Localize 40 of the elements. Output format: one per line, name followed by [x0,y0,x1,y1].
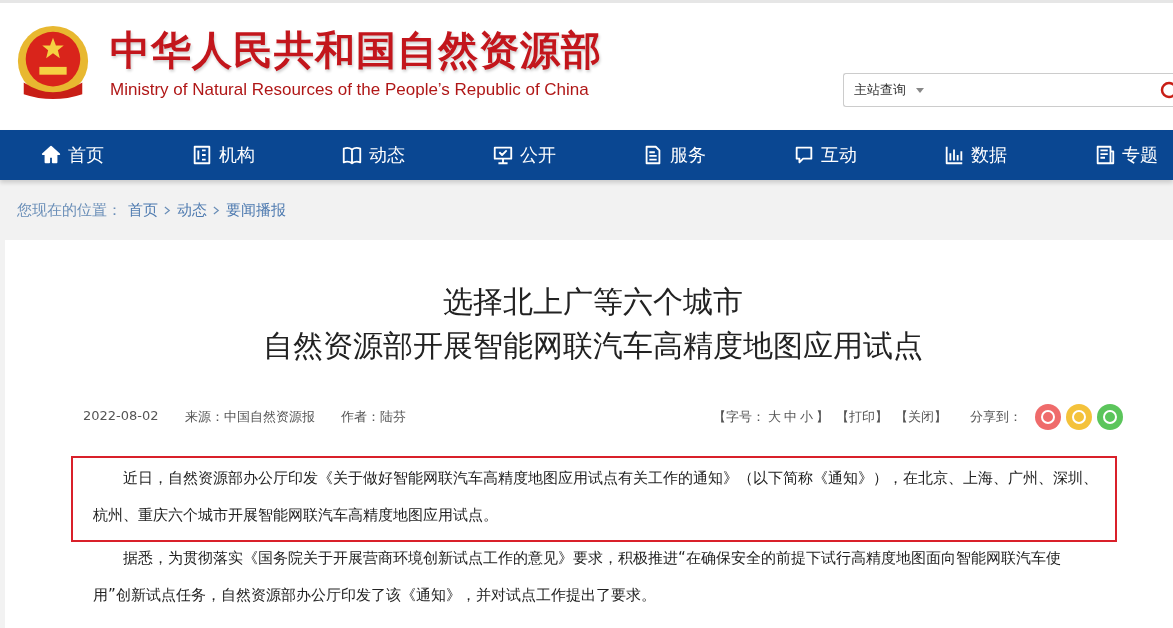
font-size-link[interactable]: 小 [800,408,813,426]
article-source: 来源：中国自然资源报 [184,408,315,426]
caret-icon [916,87,924,93]
nav-link[interactable]: 服务 [642,143,707,167]
nav-icon [491,144,514,166]
share-icon[interactable] [1066,404,1092,430]
chevron-icon [213,205,220,215]
nav-link[interactable]: 动态 [341,143,406,167]
share-label: 分享到： [970,408,1022,426]
search-field[interactable]: 主站查询 [843,73,1173,107]
nav-link[interactable]: 专题 [1093,143,1158,167]
search-scope-dropdown[interactable]: 主站查询 [854,81,924,99]
bracket-text: 【字号： [713,408,765,426]
share-icon[interactable] [1097,404,1123,430]
search-icon[interactable] [1159,80,1173,100]
breadcrumb-link[interactable]: 首页 [128,200,158,220]
publish-date: 2022-08-02 [83,408,159,425]
nav-link[interactable]: 首页 [40,143,104,167]
nav-link[interactable]: 公开 [491,143,556,167]
tool-link[interactable]: 【关闭】 [895,408,947,426]
site-title: 中华人民共和国自然资源部 [110,26,602,74]
font-size-link[interactable]: 中 [784,408,797,426]
nav-icon [341,144,364,166]
article-title: 选择北上广等六个城市 自然资源部开展智能网联汽车高精度地图应用试点 [262,283,924,365]
site-subtitle: Ministry of Natural Resources of the People’s Republic of China [110,80,590,100]
article-paragraph: 近日，自然资源部办公厅印发《关于做好智能网联汽车高精度地图应用试点有关工作的通知》（以下简称《通知》），在北京、上海、广州、深圳、杭州、重庆六个城市开展智能网联汽车高精度地图应用试点。 [73,458,1115,540]
nav-icon [40,144,62,166]
nav-link[interactable]: 互动 [792,143,857,167]
breadcrumb-label: 您现在的位置： [17,200,122,220]
article-author: 作者：陆芬 [340,408,406,426]
nav-link[interactable]: 数据 [943,143,1008,167]
breadcrumb-link[interactable]: 动态 [177,200,207,220]
share-icon[interactable] [1035,404,1061,430]
chevron-icon [164,205,171,215]
font-size-link[interactable]: 大 [768,408,781,426]
nav-link[interactable]: 机构 [190,143,255,167]
article-paragraph: 据悉，为贯彻落实《国务院关于开展营商环境创新试点工作的意见》要求，积极推进“在确保安全的前提下试行高精度地图面向智能网联汽车使用”创新试点任务，自然资源部办公厅印发了该《通知》，并对试点工作提出了要求。 [92,548,1062,606]
bracket-text: 】 [816,408,829,426]
tool-link[interactable]: 【打印】 [836,408,888,426]
breadcrumb-link[interactable]: 要闻播报 [226,200,286,220]
